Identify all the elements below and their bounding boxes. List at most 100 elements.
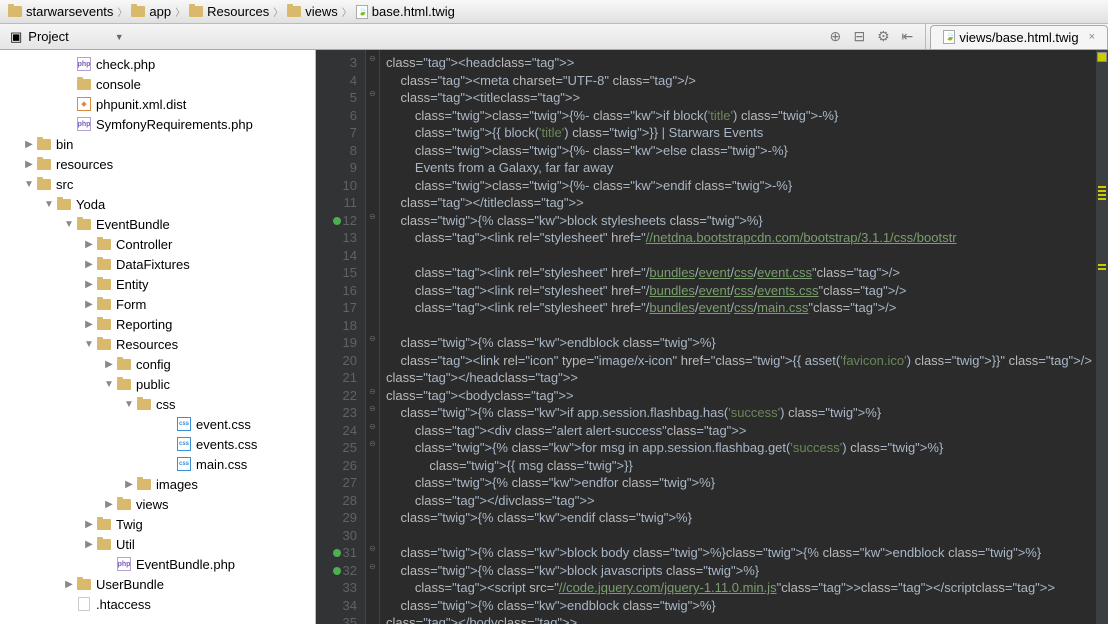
folder-icon (287, 6, 301, 17)
tree-arrow-icon[interactable]: ▼ (84, 339, 94, 350)
tree-item[interactable]: ▶images (0, 474, 315, 494)
tree-label: bin (56, 137, 73, 152)
folder-icon (117, 499, 131, 510)
hide-icon[interactable]: ⇤ (899, 29, 915, 45)
tree-item[interactable]: ◆ phpunit.xml.dist (0, 94, 315, 114)
tree-label: console (96, 77, 141, 92)
tree-arrow-icon[interactable]: ▶ (84, 319, 94, 330)
code-content[interactable]: class="tag"><headclass="tag">> class="ta… (380, 50, 1108, 624)
folder-icon (137, 399, 151, 410)
tree-label: EventBundle (96, 217, 170, 232)
tree-label: SymfonyRequirements.php (96, 117, 253, 132)
folder-icon (97, 319, 111, 330)
tree-item[interactable]: ▶ Form (0, 294, 315, 314)
locate-icon[interactable]: ⊕ (827, 29, 843, 45)
tree-arrow-icon[interactable]: ▶ (84, 299, 94, 310)
tree-item[interactable]: ▼src (0, 174, 315, 194)
tree-item[interactable]: ▶Reporting (0, 314, 315, 334)
tree-item[interactable]: ▶Controller (0, 234, 315, 254)
project-dropdown[interactable]: ▣ Project ▼ (0, 24, 134, 49)
php-file-icon: php (117, 557, 131, 571)
breadcrumb-label: app (149, 4, 171, 19)
tree-item[interactable]: ▶ views (0, 494, 315, 514)
fold-gutter[interactable]: ⊖⊖⊖⊖⊖⊖⊖⊖⊖⊖ (366, 50, 380, 624)
breadcrumb-item[interactable]: base.html.twig (356, 4, 455, 19)
tree-item[interactable]: css event.css (0, 414, 315, 434)
folder-icon (97, 279, 111, 290)
breadcrumb-item[interactable]: views (287, 4, 338, 19)
tree-item[interactable]: .htaccess (0, 594, 315, 614)
collapse-icon[interactable]: ⊟ (851, 29, 867, 45)
settings-icon[interactable]: ⚙ (875, 29, 891, 45)
tree-arrow-icon[interactable]: ▶ (104, 359, 114, 370)
tree-item[interactable]: cssmain.css (0, 454, 315, 474)
css-file-icon: css (177, 437, 191, 451)
tree-label: views (136, 497, 169, 512)
folder-icon (97, 339, 111, 350)
tree-item[interactable]: phpEventBundle.php (0, 554, 315, 574)
tree-item[interactable]: ▶config (0, 354, 315, 374)
folder-icon (97, 539, 111, 550)
tree-item[interactable]: ▶Entity (0, 274, 315, 294)
tree-item[interactable]: ▶ resources (0, 154, 315, 174)
tree-item[interactable]: ▼Yoda (0, 194, 315, 214)
tree-label: phpunit.xml.dist (96, 97, 186, 112)
tree-arrow-icon[interactable]: ▼ (24, 179, 34, 190)
tree-item[interactable]: ▶DataFixtures (0, 254, 315, 274)
folder-icon (97, 299, 111, 310)
tree-arrow-icon[interactable]: ▶ (124, 479, 134, 490)
tree-arrow-icon[interactable]: ▶ (84, 279, 94, 290)
folder-icon (131, 6, 145, 17)
tree-arrow-icon[interactable]: ▶ (64, 579, 74, 590)
tree-label: check.php (96, 57, 155, 72)
tree-item[interactable]: console (0, 74, 315, 94)
folder-icon (77, 579, 91, 590)
tree-item[interactable]: ▶UserBundle (0, 574, 315, 594)
tree-arrow-icon[interactable]: ▶ (24, 159, 34, 170)
tree-arrow-icon[interactable]: ▶ (84, 519, 94, 530)
tree-arrow-icon[interactable]: ▼ (44, 199, 54, 210)
tree-arrow-icon[interactable]: ▼ (104, 379, 114, 390)
tree-item[interactable]: ▶ bin (0, 134, 315, 154)
breadcrumb-item[interactable]: starwarsevents (8, 4, 113, 19)
project-tree[interactable]: phpcheck.phpconsole◆phpunit.xml.distphpS… (0, 50, 316, 624)
css-file-icon: css (177, 417, 191, 431)
tree-arrow-icon[interactable]: ▶ (84, 239, 94, 250)
tree-item[interactable]: ▼Resources (0, 334, 315, 354)
code-editor[interactable]: 3456789101112131415161718192021222324252… (316, 50, 1108, 624)
tree-label: Form (116, 297, 146, 312)
twig-file-icon (943, 30, 955, 44)
folder-icon (97, 519, 111, 530)
tree-item[interactable]: ▶Util (0, 534, 315, 554)
error-stripe[interactable] (1096, 50, 1108, 624)
tree-arrow-icon[interactable]: ▶ (24, 139, 34, 150)
tree-arrow-icon[interactable]: ▼ (64, 219, 74, 230)
tree-item[interactable]: css events.css (0, 434, 315, 454)
xml-file-icon: ◆ (77, 97, 91, 111)
inspection-indicator[interactable] (1097, 52, 1107, 62)
tree-label: resources (56, 157, 113, 172)
tree-item[interactable]: phpcheck.php (0, 54, 315, 74)
tree-arrow-icon[interactable]: ▶ (104, 499, 114, 510)
tree-item[interactable]: ▼css (0, 394, 315, 414)
file-icon (78, 597, 90, 611)
breadcrumb-item[interactable]: app (131, 4, 171, 19)
tree-item[interactable]: ▼public (0, 374, 315, 394)
tree-item[interactable]: ▶Twig (0, 514, 315, 534)
css-file-icon: css (177, 457, 191, 471)
tree-item[interactable]: ▼ EventBundle (0, 214, 315, 234)
tree-label: event.css (196, 417, 251, 432)
tree-arrow-icon[interactable]: ▼ (124, 399, 134, 410)
breadcrumb-item[interactable]: Resources (189, 4, 269, 19)
folder-icon (97, 259, 111, 270)
chevron-right-icon: 〉 (273, 4, 283, 19)
dropdown-arrow-icon: ▼ (115, 32, 124, 42)
close-icon[interactable]: × (1089, 31, 1095, 43)
editor-tab[interactable]: views/base.html.twig × (930, 25, 1108, 49)
tree-arrow-icon[interactable]: ▶ (84, 259, 94, 270)
tree-label: events.css (196, 437, 257, 452)
tree-arrow-icon[interactable]: ▶ (84, 539, 94, 550)
editor-area: 3456789101112131415161718192021222324252… (316, 50, 1108, 624)
chevron-right-icon: 〉 (342, 4, 352, 19)
tree-item[interactable]: phpSymfonyRequirements.php (0, 114, 315, 134)
